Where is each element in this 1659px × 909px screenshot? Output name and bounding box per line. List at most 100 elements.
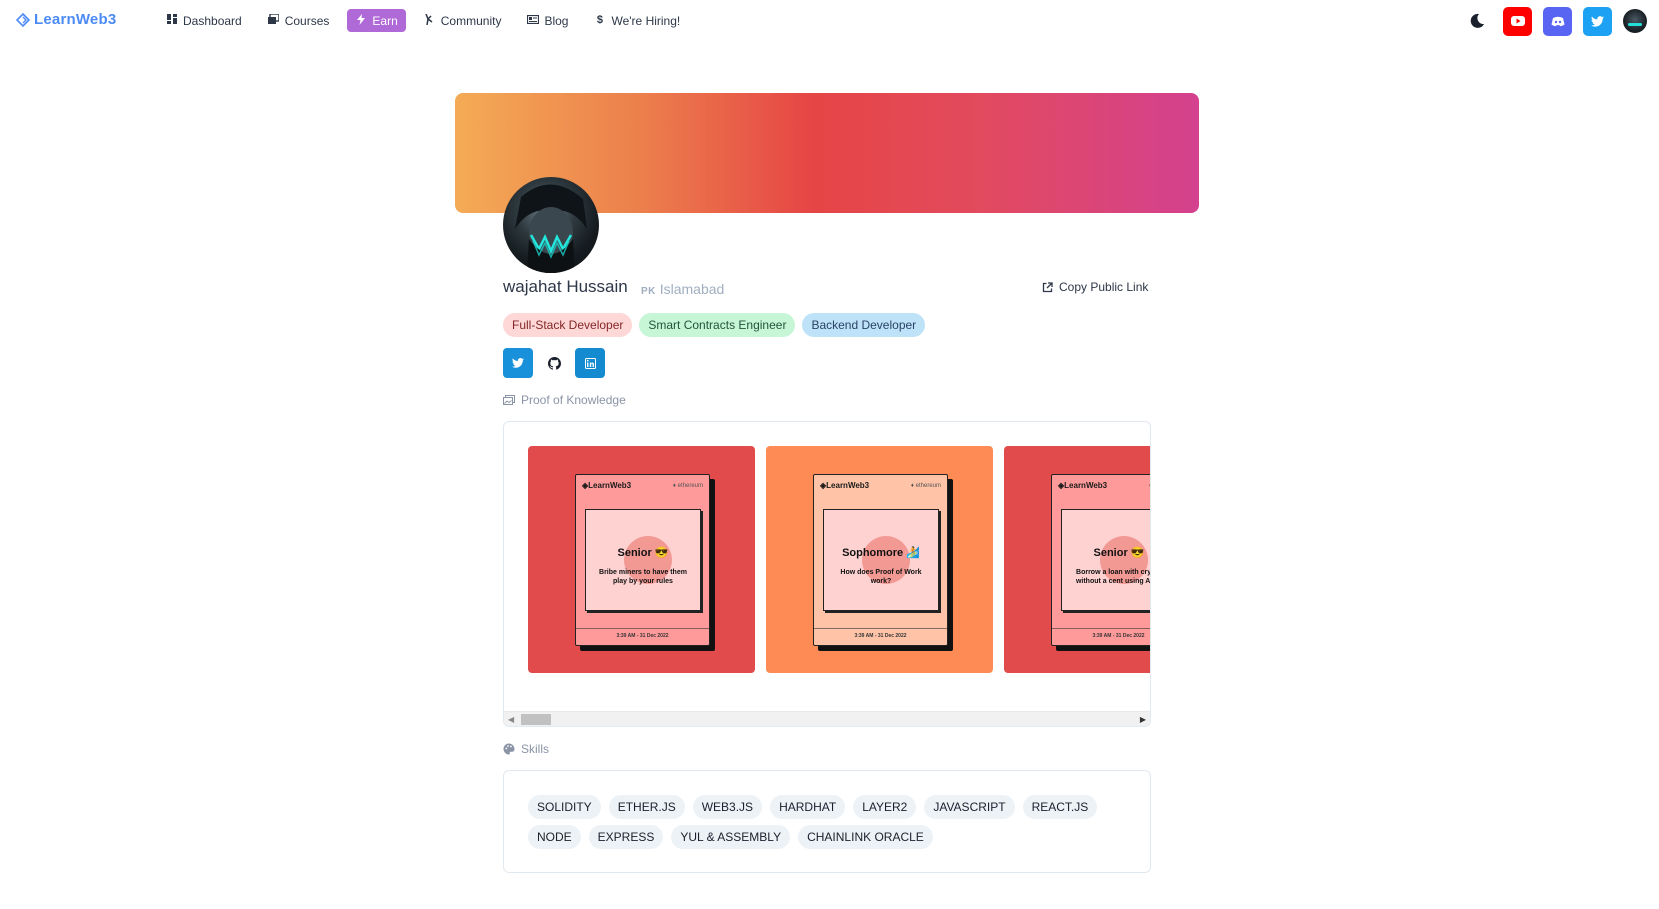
nft-certificate: ◈LearnWeb3 ♦ ethereum Senior 😎 Borrow a loa…	[1051, 474, 1151, 646]
profile-social-links	[503, 348, 605, 378]
courses-icon	[267, 13, 280, 27]
youtube-icon	[1510, 16, 1525, 26]
nft-panel: Sophomore 🏄 How does Proof of Work work?	[823, 509, 939, 611]
scroll-left-arrow-icon[interactable]: ◀	[508, 715, 514, 724]
community-icon	[424, 13, 435, 28]
moon-icon[interactable]	[1462, 6, 1492, 36]
nav-courses[interactable]: Courses	[260, 9, 338, 32]
role-tags: Full-Stack Developer Smart Contracts Eng…	[503, 313, 926, 337]
nft-date: 3:39 AM - 31 Dec 2022	[616, 633, 669, 639]
nav-community-label: Community	[440, 13, 502, 28]
nav-community[interactable]: Community	[416, 9, 510, 32]
nft-divider	[814, 628, 947, 629]
images-icon	[503, 395, 515, 405]
skill-chip: REACT.JS	[1022, 795, 1098, 819]
skill-chip: SOLIDITY	[528, 795, 601, 819]
nft-level: Sophomore 🏄	[842, 547, 920, 559]
city: Islamabad	[659, 281, 725, 297]
nft-divider	[576, 628, 709, 629]
nav-dashboard-label: Dashboard	[183, 13, 242, 28]
nft-card[interactable]: ◈LearnWeb3 ♦ ethereum Sophomore 🏄 How does …	[766, 446, 993, 673]
nav-earn-label: Earn	[372, 13, 398, 28]
skill-chip: ETHER.JS	[608, 795, 685, 819]
nft-chain: ♦ ethereum	[1149, 483, 1150, 489]
discord-button[interactable]	[1543, 6, 1572, 36]
nft-date: 3:39 AM - 31 Dec 2022	[1092, 633, 1145, 639]
nft-level: Senior 😎	[617, 547, 669, 559]
nft-header: ◈LearnWeb3 ♦ ethereum	[582, 481, 703, 490]
scroll-right-arrow-icon[interactable]: ▶	[1140, 715, 1146, 724]
nav-hiring[interactable]: $ We're Hiring!	[586, 9, 688, 32]
twitter-icon	[512, 358, 524, 368]
nft-divider	[1052, 628, 1150, 629]
copy-public-link-button[interactable]: Copy Public Link	[1042, 280, 1148, 294]
palette-icon	[503, 743, 515, 755]
profile-github-link[interactable]	[539, 348, 569, 378]
nft-date: 3:39 AM - 31 Dec 2022	[854, 633, 907, 639]
skill-chip: YUL & ASSEMBLY	[671, 825, 791, 849]
nft-topic: Bribe miners to have them play by your r…	[599, 569, 687, 585]
learnweb3-logo[interactable]: LearnWeb3	[16, 11, 116, 28]
country-code: PK	[641, 286, 656, 297]
nft-brand: ◈LearnWeb3	[582, 481, 632, 490]
horizontal-scrollbar[interactable]: ◀ ▶	[504, 711, 1150, 726]
user-avatar[interactable]	[1623, 9, 1647, 33]
external-link-icon	[1042, 281, 1053, 292]
nft-panel: Senior 😎 Borrow a loan with crypto withou…	[1061, 509, 1151, 611]
role-tag: Full-Stack Developer	[503, 313, 633, 337]
nft-brand: ◈LearnWeb3	[1058, 481, 1108, 490]
nft-chain: ♦ ethereum	[910, 482, 941, 489]
profile-location: PK Islamabad	[641, 281, 724, 297]
dashboard-icon	[166, 14, 177, 27]
brand-name: LearnWeb3	[34, 11, 117, 28]
nft-level: Senior 😎	[1093, 547, 1145, 559]
nav-blog-label: Blog	[544, 13, 569, 28]
nft-brand: ◈LearnWeb3	[820, 481, 870, 490]
nav-earn[interactable]: Earn	[347, 9, 406, 32]
profile-name: wajahat Hussain	[503, 277, 628, 296]
profile-twitter-link[interactable]	[503, 348, 533, 378]
skills-label: Skills	[521, 742, 550, 756]
proof-of-knowledge-label: Proof of Knowledge	[521, 393, 626, 407]
nft-topic: How does Proof of Work work?	[840, 569, 922, 585]
role-tag: Smart Contracts Engineer	[639, 313, 796, 337]
twitter-button[interactable]	[1583, 6, 1612, 36]
blog-icon	[527, 14, 540, 27]
skill-chip: NODE	[528, 825, 581, 849]
nav-courses-label: Courses	[284, 13, 330, 28]
nav-hiring-label: We're Hiring!	[611, 13, 681, 28]
skills-box: SOLIDITY ETHER.JS WEB3.JS HARDHAT LAYER2 JAVA…	[503, 770, 1151, 873]
nav-dashboard[interactable]: Dashboard	[158, 9, 250, 32]
youtube-button[interactable]	[1503, 6, 1532, 36]
profile-linkedin-link[interactable]	[575, 348, 605, 378]
learnweb3-logo-icon	[16, 12, 30, 27]
skill-chip: JAVASCRIPT	[924, 795, 1015, 819]
copy-public-link-label: Copy Public Link	[1059, 280, 1149, 294]
skill-chip: CHAINLINK ORACLE	[798, 825, 933, 849]
skill-chip: WEB3.JS	[692, 795, 763, 819]
nft-card[interactable]: ◈LearnWeb3 ♦ ethereum Senior 😎 Bribe miners…	[528, 446, 755, 673]
skill-chip: LAYER2	[853, 795, 917, 819]
top-navbar: LearnWeb3 Dashboard Courses Earn Communi…	[0, 0, 1659, 42]
skills-title: Skills	[503, 742, 549, 756]
lightning-icon	[355, 13, 366, 28]
nft-carousel[interactable]: ◈LearnWeb3 ♦ ethereum Senior 😎 Bribe miners…	[503, 421, 1151, 727]
nft-panel: Senior 😎 Bribe miners to have them play b…	[585, 509, 701, 611]
skills-list: SOLIDITY ETHER.JS WEB3.JS HARDHAT LAYER2 JAVA…	[528, 795, 1128, 849]
nft-chain: ♦ ethereum	[672, 482, 703, 489]
role-tag: Backend Developer	[802, 313, 926, 337]
linkedin-icon	[584, 357, 596, 369]
nft-carousel-track: ◈LearnWeb3 ♦ ethereum Senior 😎 Bribe miners…	[528, 446, 1151, 686]
scrollbar-thumb[interactable]	[521, 714, 551, 725]
nav-blog[interactable]: Blog	[519, 9, 576, 32]
twitter-icon	[1591, 15, 1604, 27]
proof-of-knowledge-title: Proof of Knowledge	[503, 393, 626, 407]
nft-topic: Borrow a loan with crypto without a cent…	[1075, 569, 1151, 585]
skill-chip: HARDHAT	[770, 795, 846, 819]
nft-header: ◈LearnWeb3 ♦ ethereum	[1058, 481, 1150, 490]
skill-chip: EXPRESS	[588, 825, 664, 849]
profile-avatar	[503, 177, 599, 273]
nft-header: ◈LearnWeb3 ♦ ethereum	[820, 481, 941, 490]
nft-card[interactable]: ◈LearnWeb3 ♦ ethereum Senior 😎 Borrow a loa…	[1004, 446, 1151, 673]
nft-certificate: ◈LearnWeb3 ♦ ethereum Senior 😎 Bribe miners…	[575, 474, 710, 646]
